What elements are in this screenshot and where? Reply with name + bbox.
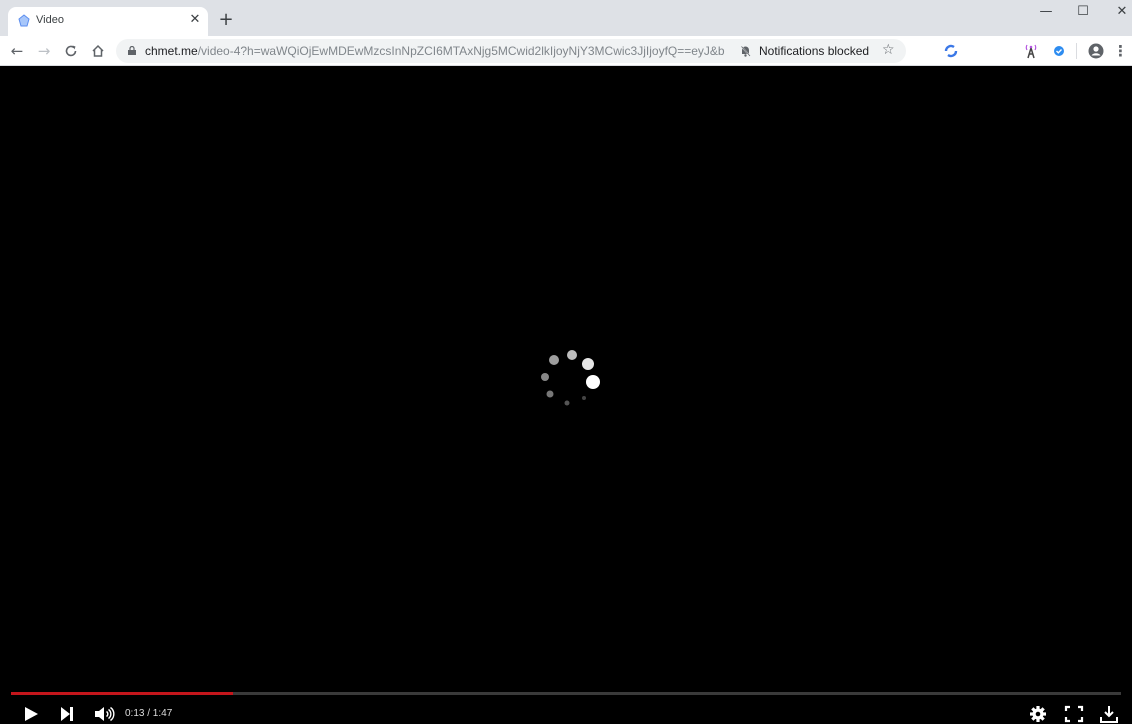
home-button[interactable] xyxy=(88,41,108,61)
site-favicon-icon xyxy=(18,14,30,27)
video-player[interactable]: 0:13 / 1:47 xyxy=(0,66,1132,724)
tab-video[interactable]: Video ✕ xyxy=(8,7,208,36)
reload-button[interactable] xyxy=(61,41,81,61)
url-path: /video-4?h=waWQiOjEwMDEwMzcsInNpZCI6MTAx… xyxy=(197,44,725,58)
loading-spinner-icon xyxy=(541,350,600,406)
maximize-button[interactable]: ☐ xyxy=(1073,4,1093,20)
sync-extension-icon[interactable] xyxy=(942,42,960,60)
antenna-extension-icon[interactable] xyxy=(1022,42,1040,60)
lock-icon[interactable] xyxy=(128,46,136,55)
url-text[interactable]: chmet.me/video-4?h=waWQiOjEwMDEwMzcsInNp… xyxy=(145,44,725,58)
progress-fill xyxy=(11,692,233,695)
browser-menu-button[interactable]: ⋮ xyxy=(1113,41,1128,61)
tab-title: Video xyxy=(36,14,64,26)
reload-icon xyxy=(65,45,77,57)
back-button[interactable]: ← xyxy=(7,41,27,61)
home-icon xyxy=(92,44,104,57)
check-extension-icon[interactable] xyxy=(1050,42,1068,60)
next-button[interactable] xyxy=(58,704,76,724)
tab-close-button[interactable]: ✕ xyxy=(188,13,202,27)
notifications-blocked-label: Notifications blocked xyxy=(759,44,870,58)
browser-toolbar: ← → chmet.me/video-4?h=waWQiOjEwMDEwMzcs… xyxy=(0,36,1132,66)
bookmark-star-icon[interactable]: ☆ xyxy=(882,42,895,58)
settings-gear-icon[interactable] xyxy=(1029,704,1047,724)
new-tab-button[interactable]: + xyxy=(218,11,234,29)
download-icon[interactable] xyxy=(1099,704,1119,724)
forward-button[interactable]: → xyxy=(34,41,54,61)
window-close-button[interactable]: ✕ xyxy=(1112,4,1132,20)
volume-button[interactable] xyxy=(93,704,115,724)
time-display: 0:13 / 1:47 xyxy=(125,708,173,719)
tab-strip: Video ✕ + — ☐ ✕ xyxy=(0,0,1132,36)
toolbar-separator xyxy=(1076,43,1077,59)
minimize-button[interactable]: — xyxy=(1036,4,1056,20)
url-host: chmet.me xyxy=(145,44,198,58)
play-button[interactable] xyxy=(22,704,40,724)
address-bar[interactable]: chmet.me/video-4?h=waWQiOjEwMDEwMzcsInNp… xyxy=(116,39,906,63)
profile-icon[interactable] xyxy=(1087,42,1105,60)
fullscreen-icon[interactable] xyxy=(1064,704,1084,724)
progress-bar[interactable] xyxy=(11,692,1121,695)
bell-off-icon xyxy=(740,45,751,57)
